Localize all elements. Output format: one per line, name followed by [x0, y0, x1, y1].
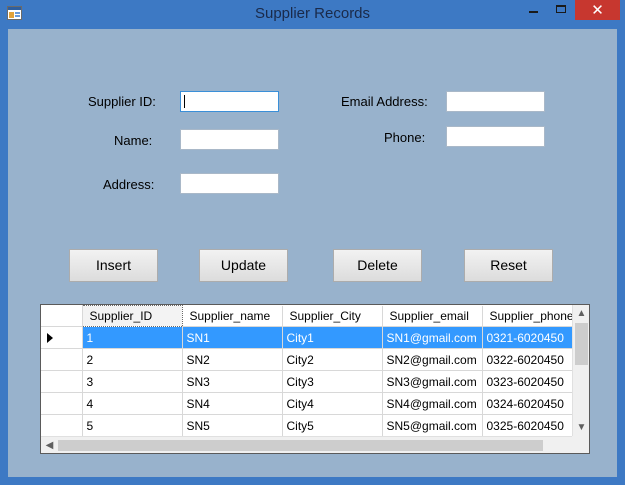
column-header[interactable]: Supplier_name — [182, 305, 283, 327]
form-area: Supplier ID: Name: Address: Email Addres… — [8, 29, 617, 477]
table-cell[interactable]: SN3 — [182, 370, 283, 393]
supplier-records-window: Supplier Records ✕ Supplier ID: Name: Ad… — [0, 0, 625, 485]
table-cell[interactable]: City2 — [282, 348, 383, 371]
table-cell[interactable]: SN1@gmail.com — [382, 326, 483, 349]
email-label: Email Address: — [341, 94, 428, 109]
title-bar[interactable]: Supplier Records ✕ — [0, 0, 625, 28]
reset-button[interactable]: Reset — [464, 249, 553, 282]
row-header[interactable] — [41, 392, 83, 415]
table-row[interactable]: 1 SN1 City1 SN1@gmail.com 0321-6020450 — [41, 326, 579, 349]
row-header[interactable] — [41, 370, 83, 393]
table-cell[interactable]: SN2@gmail.com — [382, 348, 483, 371]
row-header[interactable] — [41, 414, 83, 437]
current-row-arrow-icon — [47, 333, 53, 343]
close-icon: ✕ — [591, 2, 604, 19]
phone-label: Phone: — [384, 130, 426, 145]
supplier-id-label: Supplier ID: — [88, 94, 156, 109]
table-cell[interactable]: SN2 — [182, 348, 283, 371]
name-label: Name: — [114, 133, 153, 148]
table-cell[interactable]: 0322-6020450 — [482, 348, 579, 371]
vertical-scroll-thumb[interactable] — [575, 323, 588, 365]
table-cell[interactable]: SN4 — [182, 392, 283, 415]
table-cell[interactable]: 0323-6020450 — [482, 370, 579, 393]
grid-corner-header — [41, 305, 83, 327]
column-header[interactable]: Supplier_ID — [81, 305, 183, 327]
maximize-icon — [556, 5, 566, 13]
table-cell[interactable]: 0324-6020450 — [482, 392, 579, 415]
table-row[interactable]: 5 SN5 City5 SN5@gmail.com 0325-6020450 — [41, 414, 579, 437]
name-input[interactable] — [180, 129, 279, 150]
address-input[interactable] — [180, 173, 279, 194]
text-caret — [184, 95, 185, 108]
grid-header-row: Supplier_ID Supplier_name Supplier_City … — [41, 305, 579, 327]
horizontal-scroll-thumb[interactable] — [58, 440, 543, 451]
table-cell[interactable]: 3 — [82, 370, 183, 393]
table-cell[interactable]: City3 — [282, 370, 383, 393]
phone-input[interactable] — [446, 126, 545, 147]
column-header[interactable]: Supplier_phone — [482, 305, 579, 327]
table-cell[interactable]: 0321-6020450 — [482, 326, 579, 349]
table-cell[interactable]: 0325-6020450 — [482, 414, 579, 437]
minimize-icon — [529, 11, 538, 13]
table-cell[interactable]: 2 — [82, 348, 183, 371]
table-row[interactable]: 3 SN3 City3 SN3@gmail.com 0323-6020450 — [41, 370, 579, 393]
vertical-scrollbar[interactable]: ▲ ▼ — [572, 305, 589, 436]
close-button[interactable]: ✕ — [575, 0, 620, 20]
supplier-id-input[interactable] — [180, 91, 279, 112]
row-header[interactable] — [41, 348, 83, 371]
table-cell[interactable]: City1 — [282, 326, 383, 349]
table-cell[interactable]: SN5@gmail.com — [382, 414, 483, 437]
supplier-data-grid[interactable]: Supplier_ID Supplier_name Supplier_City … — [40, 304, 590, 454]
scroll-up-arrow-icon[interactable]: ▲ — [573, 305, 589, 322]
table-cell[interactable]: 1 — [82, 326, 183, 349]
table-cell[interactable]: City5 — [282, 414, 383, 437]
column-header[interactable]: Supplier_email — [382, 305, 483, 327]
grid-table: Supplier_ID Supplier_name Supplier_City … — [41, 305, 579, 437]
scroll-down-arrow-icon[interactable]: ▼ — [573, 419, 589, 436]
minimize-button[interactable] — [519, 0, 548, 20]
insert-button[interactable]: Insert — [69, 249, 158, 282]
table-cell[interactable]: SN1 — [182, 326, 283, 349]
table-cell[interactable]: SN3@gmail.com — [382, 370, 483, 393]
update-button[interactable]: Update — [199, 249, 288, 282]
email-input[interactable] — [446, 91, 545, 112]
row-header[interactable] — [41, 326, 83, 349]
maximize-button[interactable] — [548, 0, 575, 20]
table-row[interactable]: 2 SN2 City2 SN2@gmail.com 0322-6020450 — [41, 348, 579, 371]
table-row[interactable]: 4 SN4 City4 SN4@gmail.com 0324-6020450 — [41, 392, 579, 415]
scrollbar-corner — [572, 436, 589, 453]
table-cell[interactable]: City4 — [282, 392, 383, 415]
scroll-left-arrow-icon[interactable]: ◀ — [41, 437, 58, 453]
delete-button[interactable]: Delete — [333, 249, 422, 282]
table-cell[interactable]: 5 — [82, 414, 183, 437]
table-cell[interactable]: SN4@gmail.com — [382, 392, 483, 415]
table-cell[interactable]: SN5 — [182, 414, 283, 437]
address-label: Address: — [103, 177, 155, 192]
horizontal-scrollbar[interactable]: ◀ ▶ — [41, 436, 589, 453]
column-header[interactable]: Supplier_City — [282, 305, 383, 327]
table-cell[interactable]: 4 — [82, 392, 183, 415]
